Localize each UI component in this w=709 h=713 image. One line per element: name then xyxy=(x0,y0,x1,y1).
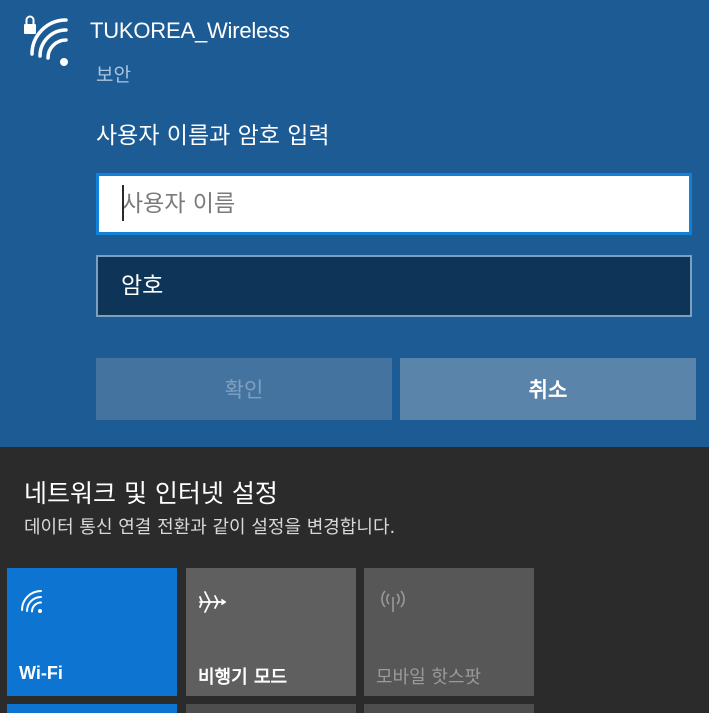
credentials-prompt: 사용자 이름과 암호 입력 xyxy=(96,123,330,149)
cancel-button[interactable]: 취소 xyxy=(400,358,696,420)
mobile-hotspot-tile[interactable]: 모바일 핫스팟 xyxy=(364,568,534,696)
password-field[interactable] xyxy=(96,255,692,317)
hotspot-icon xyxy=(381,590,405,612)
tile-label: Wi-Fi xyxy=(19,663,63,683)
network-login-panel: TUKOREA_Wireless 보안 사용자 이름과 암호 입력 확인 취소 xyxy=(0,0,709,447)
tile-label: 비행기 모드 xyxy=(198,667,288,688)
tile-label: 모바일 핫스팟 xyxy=(376,667,482,688)
wifi-icon xyxy=(21,590,42,613)
next-row-tile xyxy=(364,704,534,713)
text-caret xyxy=(122,185,124,221)
confirm-button[interactable]: 확인 xyxy=(96,358,392,420)
network-security-status: 보안 xyxy=(96,64,131,86)
next-row-tile xyxy=(186,704,356,713)
network-settings-link[interactable]: 네트워크 및 인터넷 설정 xyxy=(24,474,278,510)
airplane-mode-tile[interactable]: 비행기 모드 xyxy=(186,568,356,696)
network-settings-description: 데이터 통신 연결 전환과 같이 설정을 변경합니다. xyxy=(24,517,396,538)
next-row-tile xyxy=(7,704,177,713)
wifi-secured-icon xyxy=(24,15,68,66)
airplane-icon xyxy=(199,591,226,613)
username-field[interactable] xyxy=(96,173,692,235)
network-name: TUKOREA_Wireless xyxy=(90,18,290,43)
wifi-toggle-tile[interactable]: Wi-Fi xyxy=(7,568,177,696)
